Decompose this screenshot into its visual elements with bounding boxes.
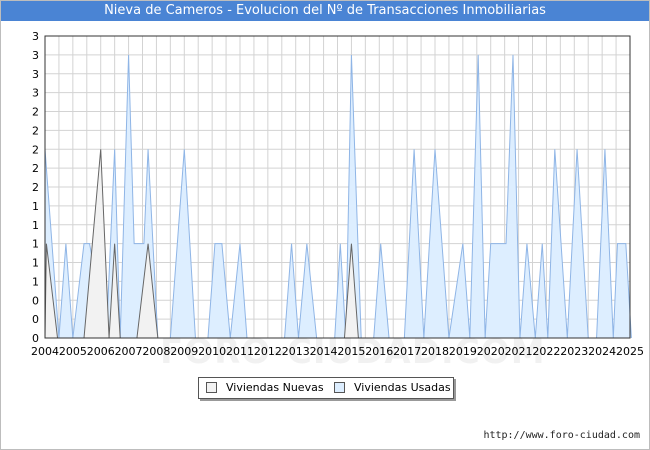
y-tick-label: 2 [32,143,39,156]
y-tick-label: 3 [32,49,39,62]
y-tick-label: 1 [32,257,39,270]
x-tick-label: 2005 [59,345,87,358]
x-tick-label: 2024 [588,345,616,358]
y-tick-label: 2 [32,181,39,194]
x-tick-label: 2023 [560,345,588,358]
watermark: FORO-CIUDAD.COM [160,332,546,372]
y-tick-label: 1 [32,219,39,232]
x-tick-label: 2006 [87,345,115,358]
y-tick-label: 1 [32,275,39,288]
legend-swatch-usadas [334,381,345,393]
legend-item-usadas: Viviendas Usadas [334,378,451,398]
y-tick-label: 3 [32,87,39,100]
y-tick-label: 1 [32,200,39,213]
y-tick-label: 1 [32,238,39,251]
x-tick-label: 2025 [616,345,644,358]
legend-label-usadas: Viviendas Usadas [354,381,451,394]
y-tick-label: 0 [32,332,39,345]
y-tick-label: 2 [32,106,39,119]
chart-legend: Viviendas Nuevas Viviendas Usadas [198,377,454,399]
source-link[interactable]: http://www.foro-ciudad.com [483,430,640,441]
y-tick-label: 3 [32,30,39,43]
legend-item-nuevas: Viviendas Nuevas [206,378,324,398]
x-tick-label: 2004 [31,345,59,358]
y-tick-label: 2 [32,162,39,175]
legend-swatch-nuevas [206,381,217,393]
y-tick-label: 0 [32,313,39,326]
y-axis-tick-labels: 0 0 0 1 1 1 1 1 2 2 2 2 2 3 3 3 3 [32,30,39,345]
y-tick-label: 0 [32,294,39,307]
legend-label-nuevas: Viviendas Nuevas [226,381,324,394]
y-tick-label: 2 [32,124,39,137]
y-tick-label: 3 [32,68,39,81]
x-tick-label: 2007 [115,345,143,358]
